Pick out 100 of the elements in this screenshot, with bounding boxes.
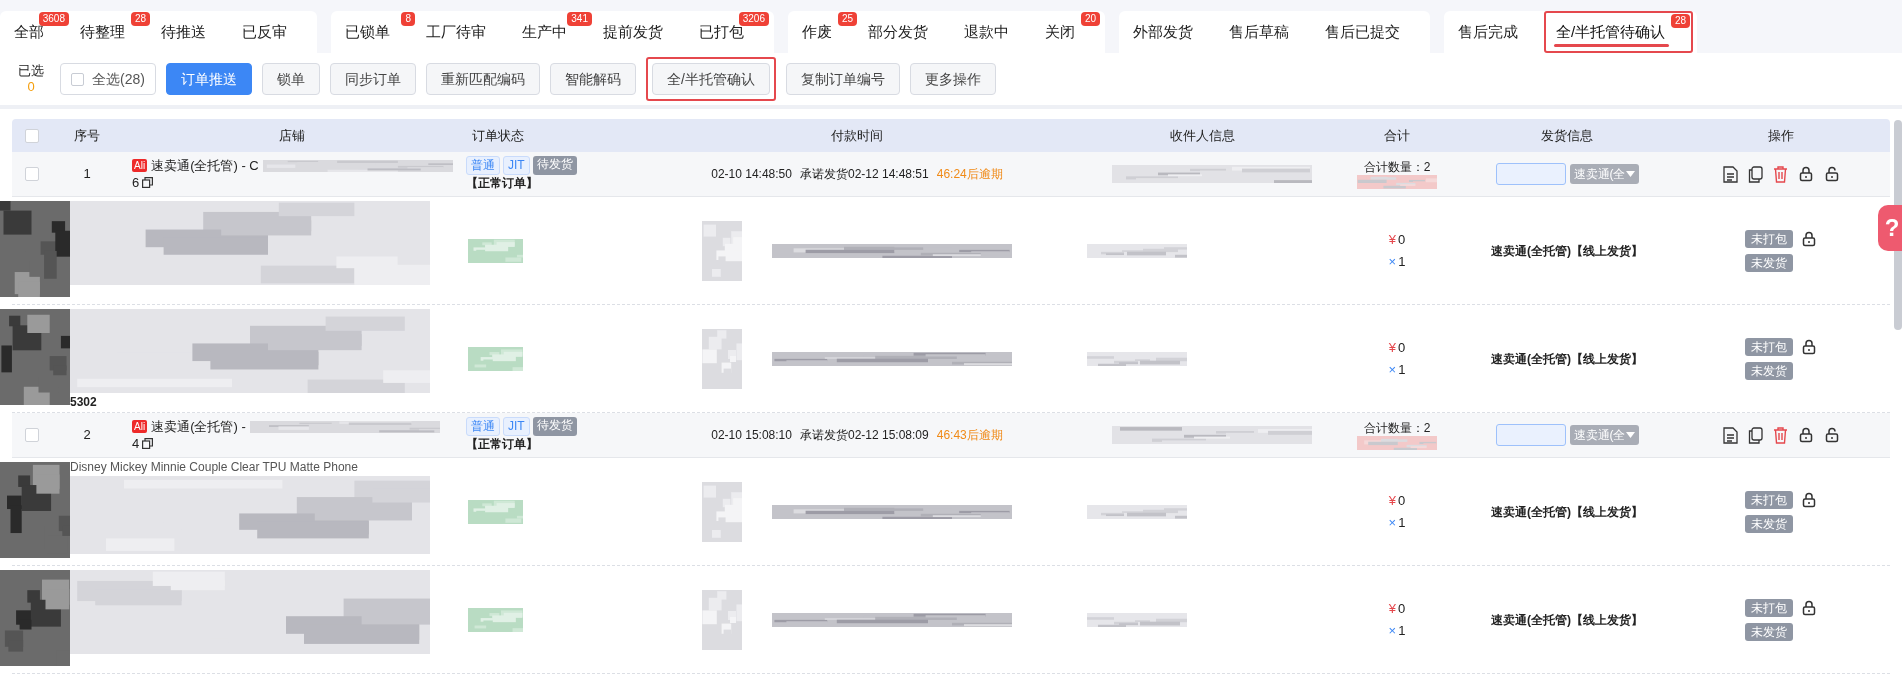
pay-time: 02-10 14:48:50 [711,166,792,183]
column-header: 收件人信息 [1168,126,1236,145]
status-tag: JIT [503,417,530,436]
sku-code: 5302 [70,394,98,411]
overdue-time: 46:24后逾期 [936,166,1003,183]
currency-symbol: ¥ [1388,338,1396,357]
document-icon[interactable] [1722,165,1738,183]
copy-icon[interactable] [142,177,154,188]
column-header: 付款时间 [830,126,884,145]
ship-status-tag: 未发货 [1745,622,1793,641]
caret-icon [1625,432,1635,438]
tab[interactable]: 已打包 3206 [689,11,770,53]
lock-icon[interactable] [1801,491,1817,508]
status-tag: 待发货 [532,156,577,175]
shipping-method: 速卖通(全托管)【线上发货】 [1490,503,1644,521]
checkbox[interactable] [25,167,39,181]
toolbar-button[interactable]: 更多操作 [909,63,996,95]
shipping-input[interactable] [1495,424,1566,446]
column-header: 订单状态 [471,126,525,145]
price: 0 [1398,230,1406,249]
tab[interactable]: 关闭 20 [1035,11,1101,53]
status-tag: JIT [503,156,530,175]
lock-icon[interactable] [1797,166,1814,182]
delete-icon[interactable] [1772,426,1788,444]
selected-label: 已选 [18,63,44,79]
caret-icon [1625,171,1635,177]
toolbar-button[interactable]: 订单推送 [165,63,252,95]
tab[interactable]: 售后草稿 [1219,11,1315,53]
lock-icon[interactable] [1797,427,1814,443]
platform-badge: Ali [132,420,148,433]
quantity: 1 [1398,621,1406,640]
document-icon[interactable] [1722,426,1738,444]
status-tag: 普通 [466,156,500,175]
tab[interactable]: 生产中 341 [512,11,593,53]
price: 0 [1398,599,1406,618]
checkbox[interactable] [25,428,39,442]
tab[interactable]: 提前发货 [593,11,689,53]
copy-icon[interactable] [1747,426,1763,444]
status-tag: 待发货 [532,417,577,436]
times-sign: × [1388,252,1397,271]
toolbar-button[interactable]: 智能解码 [549,63,636,95]
quantity: 1 [1398,513,1406,532]
tab[interactable]: 全/半托管待确认 28 [1544,11,1694,53]
count-badge: 20 [1080,12,1100,26]
column-header: 发货信息 [1540,126,1594,145]
currency-symbol: ¥ [1388,230,1396,249]
tab[interactable]: 退款中 [954,11,1035,53]
pack-status-tag: 未打包 [1745,229,1793,248]
tab[interactable]: 待整理 28 [70,11,151,53]
toolbar-button[interactable]: 全/半托管确认 [651,63,770,95]
pack-status-tag: 未打包 [1745,490,1793,509]
copy-icon[interactable] [142,438,154,449]
tab[interactable]: 售后完成 [1448,11,1544,53]
store-name: 速卖通(全托管) - C [151,157,259,174]
toolbar-button[interactable]: 锁单 [261,63,320,95]
count-badge: 28 [1671,14,1691,28]
toolbar-button[interactable]: 重新匹配编码 [425,63,540,95]
toolbar-button[interactable]: 同步订单 [329,63,416,95]
currency-symbol: ¥ [1388,599,1396,618]
select-all-checkbox[interactable]: 全选(28) [60,63,156,95]
times-sign: × [1388,621,1397,640]
price: 0 [1398,491,1406,510]
tab[interactable]: 待推送 [151,11,232,53]
lock-icon[interactable] [1801,338,1817,355]
currency-symbol: ¥ [1388,491,1396,510]
toolbar-button[interactable]: 复制订单编号 [785,63,900,95]
quantity: 1 [1398,360,1406,379]
copy-icon[interactable] [1747,165,1763,183]
shipping-method: 速卖通(全托管)【线上发货】 [1490,611,1644,629]
price: 0 [1398,338,1406,357]
tab[interactable]: 全部 3608 [4,11,70,53]
tab[interactable]: 售后已提交 [1315,11,1426,53]
order-type: 【正常订单】 [466,436,539,453]
pack-status-tag: 未打包 [1745,337,1793,356]
pack-status-tag: 未打包 [1745,598,1793,617]
times-sign: × [1388,513,1397,532]
unlock-icon[interactable] [1823,427,1840,443]
shipping-method: 速卖通(全托管)【线上发货】 [1490,350,1644,368]
count-badge: 3206 [738,12,769,26]
platform-badge: Ali [132,159,148,172]
tab[interactable]: 作废 25 [792,11,858,53]
order-type: 【正常订单】 [466,175,539,192]
promise-time: 承诺发货02-12 15:08:09 [800,427,929,444]
ship-status-tag: 未发货 [1745,514,1793,533]
checkbox[interactable] [25,128,39,143]
tab[interactable]: 已锁单 8 [335,11,416,53]
lock-icon[interactable] [1801,599,1817,616]
tab[interactable]: 已反审 [232,11,313,53]
delete-icon[interactable] [1772,165,1788,183]
ship-status-tag: 未发货 [1745,361,1793,380]
shipping-input[interactable] [1495,163,1566,185]
tab[interactable]: 外部发货 [1123,11,1219,53]
unlock-icon[interactable] [1823,166,1840,182]
tab[interactable]: 部分发货 [858,11,954,53]
lock-icon[interactable] [1801,230,1817,247]
tab[interactable]: 工厂待审 [416,11,512,53]
row-index: 2 [82,426,92,445]
quantity: 1 [1398,252,1406,271]
item-count: 6 [132,174,140,191]
column-header: 操作 [1767,126,1795,145]
